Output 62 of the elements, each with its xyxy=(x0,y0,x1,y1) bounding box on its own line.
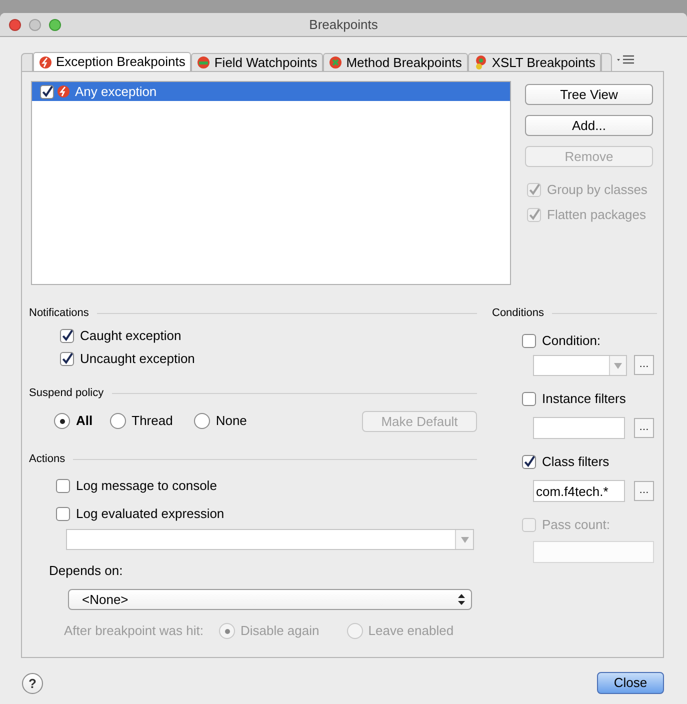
side-button[interactable]: Add... xyxy=(525,115,653,136)
checkbox-label: Class filters xyxy=(542,453,610,472)
radio-button[interactable] xyxy=(194,413,210,429)
dropdown-arrow-icon xyxy=(614,362,622,368)
checkbox-label: Caught exception xyxy=(80,326,182,345)
tab[interactable]: XSLT Breakpoints xyxy=(468,53,602,71)
checkbox-label: Pass count: xyxy=(542,516,610,534)
browse-button[interactable]: … xyxy=(634,481,654,501)
xslt-breakpoint-icon xyxy=(474,55,488,70)
close-button[interactable]: Close xyxy=(597,672,664,694)
checkbox-label: Instance filters xyxy=(542,390,626,408)
checkbox[interactable] xyxy=(522,455,536,469)
checkbox-label: Log evaluated expression xyxy=(76,505,224,524)
tab[interactable]: Method Breakpoints xyxy=(323,53,468,71)
overflow-menu-icon[interactable] xyxy=(617,55,636,65)
radio-button[interactable] xyxy=(110,413,126,429)
exception-icon xyxy=(57,85,70,98)
minimize-window-button[interactable] xyxy=(29,18,41,30)
watchpoint-icon xyxy=(197,56,210,69)
browse-button[interactable]: … xyxy=(634,355,654,375)
checkbox-label: Group by classes xyxy=(547,180,648,199)
radio-label: Disable again xyxy=(240,622,320,640)
checkbox[interactable] xyxy=(40,84,54,98)
checkbox-label: Condition: xyxy=(542,332,601,350)
stepper-arrows-icon xyxy=(458,594,465,605)
field-label: Depends on: xyxy=(49,563,123,578)
checkbox-label: Flatten packages xyxy=(547,206,646,224)
list-item[interactable]: Any exception xyxy=(32,82,510,101)
expression-combo-box[interactable] xyxy=(66,529,474,550)
field-label: After breakpoint was hit: xyxy=(64,622,204,640)
help-button[interactable]: ? xyxy=(22,672,43,694)
radio-label: Thread xyxy=(132,412,173,430)
dropdown-arrow-icon xyxy=(460,536,468,542)
exception-icon xyxy=(39,56,52,68)
section-heading: Actions xyxy=(29,452,66,467)
radio-label: All xyxy=(76,412,93,430)
checkbox[interactable] xyxy=(522,392,536,406)
tab[interactable]: Exception Breakpoints xyxy=(33,52,192,71)
instance-filters-field[interactable] xyxy=(533,417,625,439)
method-breakpoint-icon xyxy=(329,56,342,69)
checkbox-label: Uncaught exception xyxy=(80,350,195,368)
condition-combo-box[interactable] xyxy=(533,355,627,376)
depends-on-select[interactable]: <None> xyxy=(68,589,472,610)
section-heading: Suspend policy xyxy=(29,386,104,401)
radio-button[interactable] xyxy=(54,413,70,429)
tab[interactable]: Field Watchpoints xyxy=(191,53,324,71)
section-heading: Conditions xyxy=(492,306,544,321)
window-title: Breakpoints xyxy=(309,16,378,34)
checkbox[interactable] xyxy=(522,334,536,348)
checkbox[interactable] xyxy=(56,507,70,521)
radio-label: Leave enabled xyxy=(368,622,454,640)
checkbox[interactable] xyxy=(60,352,74,366)
checkbox[interactable] xyxy=(60,328,74,342)
class-filters-field[interactable]: com.f4tech.* xyxy=(533,480,625,502)
zoom-window-button[interactable] xyxy=(49,18,61,30)
side-button[interactable]: Tree View xyxy=(525,84,653,105)
browse-button[interactable]: … xyxy=(634,418,654,438)
checkbox[interactable] xyxy=(56,479,70,493)
section-heading: Notifications xyxy=(29,306,89,321)
checkbox-label: Log message to console xyxy=(76,477,217,496)
radio-label: None xyxy=(216,412,247,430)
close-window-button[interactable] xyxy=(9,18,21,30)
